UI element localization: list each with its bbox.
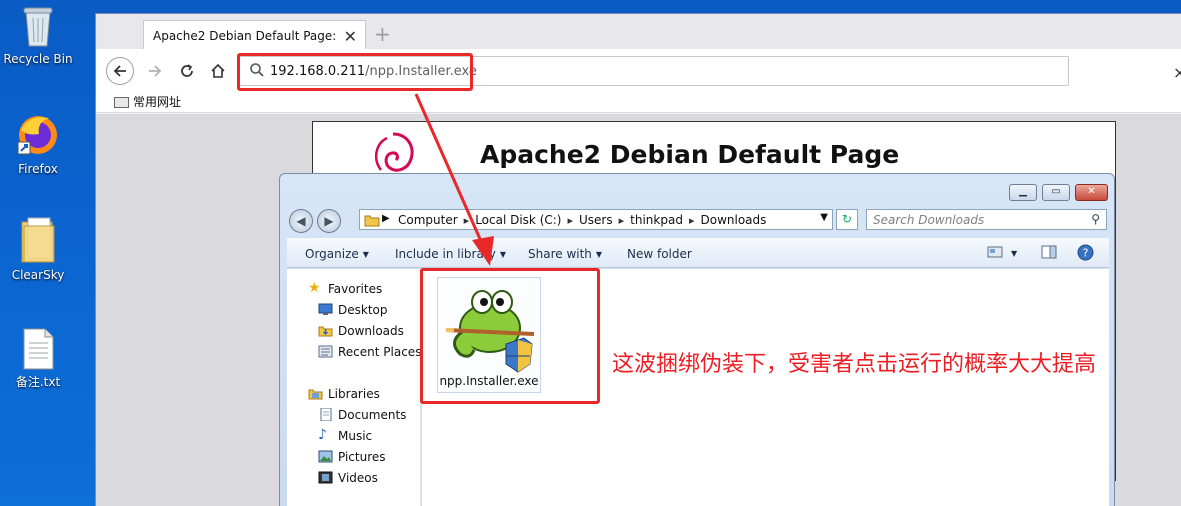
annotation-arrow bbox=[414, 93, 494, 266]
minimize-button[interactable]: ▁ bbox=[1009, 184, 1037, 201]
nav-music-label: Music bbox=[338, 429, 373, 443]
explorer-window: ▁ ▭ ✕ ◀ ▶ ▶ Computer ▸ Local Disk (C:) ▸ Use… bbox=[279, 173, 1115, 506]
maximize-button[interactable]: ▭ bbox=[1042, 184, 1070, 201]
bookmarks-bar: 常用网址 bbox=[96, 89, 1181, 113]
svg-text:?: ? bbox=[1083, 247, 1089, 260]
tab-strip: Apache2 Debian Default Page: It works ✕ … bbox=[96, 14, 1181, 49]
nav-downloads-label: Downloads bbox=[338, 324, 404, 338]
nav-videos-label: Videos bbox=[338, 471, 378, 485]
nav-favorites-label: Favorites bbox=[328, 282, 383, 296]
breadcrumb-users[interactable]: Users bbox=[579, 213, 613, 227]
close-tab-icon[interactable]: ✕ bbox=[344, 27, 357, 46]
home-button[interactable] bbox=[204, 57, 232, 85]
desktop-icon-label: 备注.txt bbox=[15, 375, 61, 389]
organize-button[interactable]: Organize ▼ bbox=[305, 247, 369, 261]
chevron-down-icon: ▼ bbox=[362, 250, 369, 259]
organize-label: Organize bbox=[305, 247, 359, 261]
bookmark-folder-label: 常用网址 bbox=[133, 95, 182, 109]
nav-videos[interactable]: Videos bbox=[318, 471, 378, 485]
text-file-icon bbox=[21, 327, 55, 371]
nav-libraries-label: Libraries bbox=[328, 387, 380, 401]
menu-overflow-icon[interactable]: × bbox=[1173, 63, 1181, 82]
breadcrumb-thinkpad[interactable]: thinkpad bbox=[630, 213, 683, 227]
breadcrumb-downloads[interactable]: Downloads bbox=[700, 213, 766, 227]
annotation-url-highlight bbox=[237, 53, 473, 91]
breadcrumb-sep: ▶ bbox=[382, 213, 390, 224]
folder-icon bbox=[114, 97, 129, 108]
breadcrumb-sep: ▸ bbox=[688, 214, 695, 227]
explorer-nav-buttons: ◀ ▶ bbox=[289, 207, 359, 233]
nav-pictures[interactable]: Pictures bbox=[318, 450, 386, 464]
reload-button[interactable] bbox=[173, 57, 201, 85]
firefox-icon bbox=[15, 112, 61, 158]
forward-button[interactable] bbox=[141, 57, 169, 85]
folder-icon bbox=[18, 216, 58, 264]
share-with-button[interactable]: Share with ▼ bbox=[528, 247, 602, 261]
nav-recent-places[interactable]: Recent Places bbox=[318, 345, 422, 359]
chevron-down-icon[interactable]: ▼ bbox=[1011, 249, 1017, 258]
tab-apache-default[interactable]: Apache2 Debian Default Page: It works ✕ bbox=[143, 20, 366, 49]
desktop-icon-recycle-bin[interactable]: Recycle Bin bbox=[0, 4, 78, 66]
back-button[interactable] bbox=[106, 57, 134, 85]
annotation-file-highlight bbox=[420, 268, 600, 404]
music-icon: ♪ bbox=[318, 427, 327, 443]
videos-icon bbox=[318, 471, 333, 484]
desktop-icon-label: Recycle Bin bbox=[3, 52, 73, 66]
preview-pane-icon[interactable] bbox=[1041, 245, 1057, 259]
nav-libraries[interactable]: Libraries bbox=[308, 387, 380, 401]
libraries-icon bbox=[308, 389, 323, 400]
arrow-left-icon bbox=[113, 65, 126, 77]
chevron-down-icon: ▼ bbox=[595, 250, 603, 259]
folder-icon bbox=[364, 215, 380, 227]
view-options-icon[interactable] bbox=[987, 245, 1003, 259]
navigation-pane: ★ Favorites Desktop Downloads Recent Pla… bbox=[287, 269, 421, 506]
documents-icon bbox=[320, 408, 332, 421]
recent-places-icon bbox=[318, 345, 333, 358]
nav-music[interactable]: ♪ Music bbox=[318, 427, 373, 443]
reload-icon bbox=[181, 64, 193, 77]
downloads-folder-icon bbox=[318, 326, 333, 337]
desktop-icon-label: ClearSky bbox=[11, 268, 65, 282]
page-heading: Apache2 Debian Default Page bbox=[480, 140, 900, 169]
tab-title: Apache2 Debian Default Page: It works bbox=[153, 29, 338, 43]
close-window-button[interactable]: ✕ bbox=[1075, 184, 1108, 201]
nav-pictures-label: Pictures bbox=[338, 450, 386, 464]
nav-favorites[interactable]: ★ Favorites bbox=[308, 280, 383, 296]
nav-documents-label: Documents bbox=[338, 408, 407, 422]
nav-downloads[interactable]: Downloads bbox=[318, 324, 404, 338]
home-icon bbox=[211, 63, 225, 78]
nav-documents[interactable]: Documents bbox=[320, 408, 407, 422]
desktop-icon-label: Firefox bbox=[18, 162, 58, 176]
help-icon[interactable]: ? bbox=[1077, 244, 1094, 261]
arrow-right-icon bbox=[149, 65, 162, 77]
breadcrumb-sep: ▸ bbox=[618, 214, 625, 227]
share-with-label: Share with bbox=[528, 247, 592, 261]
explorer-back-button[interactable]: ◀ bbox=[289, 209, 313, 233]
nav-desktop[interactable]: Desktop bbox=[318, 303, 388, 317]
new-folder-label: New folder bbox=[627, 247, 692, 261]
desktop-icon bbox=[318, 303, 333, 315]
nav-recent-places-label: Recent Places bbox=[338, 345, 422, 359]
new-folder-button[interactable]: New folder bbox=[627, 247, 692, 261]
explorer-forward-button[interactable]: ▶ bbox=[317, 209, 341, 233]
desktop-icon-firefox[interactable]: Firefox bbox=[0, 112, 78, 176]
breadcrumb-sep: ▸ bbox=[567, 214, 574, 227]
star-icon: ★ bbox=[308, 280, 321, 296]
chevron-down-icon[interactable]: ▼ bbox=[820, 212, 828, 223]
search-placeholder: Search Downloads bbox=[873, 213, 985, 227]
annotation-text: 这波捆绑伪装下，受害者点击运行的概率大大提高 bbox=[612, 352, 1097, 377]
nav-desktop-label: Desktop bbox=[338, 303, 388, 317]
refresh-button[interactable]: ↻ bbox=[836, 209, 858, 230]
bookmark-folder[interactable]: 常用网址 bbox=[114, 95, 181, 109]
search-icon: ⚲ bbox=[1091, 212, 1100, 226]
desktop-icon-clearsky[interactable]: ClearSky bbox=[0, 216, 78, 282]
new-tab-button[interactable]: + bbox=[374, 22, 391, 46]
pictures-icon bbox=[318, 450, 333, 463]
search-downloads-input[interactable]: Search Downloads ⚲ bbox=[866, 209, 1107, 230]
desktop-icon-note-txt[interactable]: 备注.txt bbox=[0, 327, 78, 389]
recycle-bin-icon bbox=[21, 4, 55, 48]
